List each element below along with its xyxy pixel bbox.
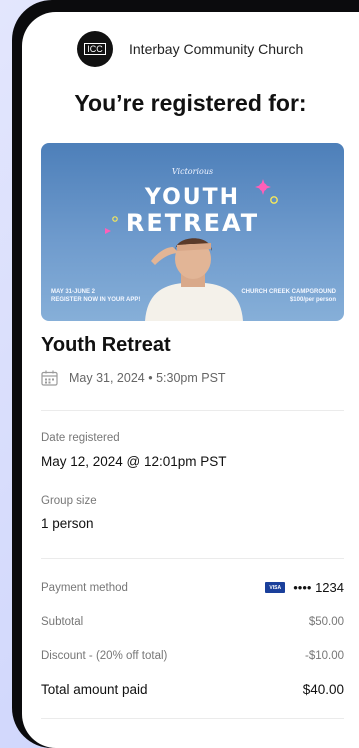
event-date: May 31, 2024 • 5:30pm PST <box>69 371 226 385</box>
discount-label: Discount - (20% off total) <box>41 650 168 662</box>
church-logo-text: ICC <box>84 43 106 55</box>
church-name: Interbay Community Church <box>129 41 304 57</box>
card-masked-number: •••• 1234 <box>293 580 344 595</box>
discount-value: -$10.00 <box>304 650 344 662</box>
subtotal-row: Subtotal $50.00 <box>41 616 344 628</box>
page-title: You’re registered for: <box>74 90 307 116</box>
divider <box>41 558 344 559</box>
banner-location: CHURCH CREEK CAMPGROUND <box>241 289 336 295</box>
total-row: Total amount paid $40.00 <box>41 682 344 697</box>
group-size-label: Group size <box>41 495 97 507</box>
calendar-icon <box>41 370 58 386</box>
event-banner: Victorious YOUTH RETREAT MAY 31-JUNE 2 R… <box>41 143 344 321</box>
event-date-row: May 31, 2024 • 5:30pm PST <box>41 370 226 386</box>
banner-register-note: REGISTER NOW IN YOUR APP! <box>51 297 141 303</box>
subtotal-label: Subtotal <box>41 616 84 628</box>
subtotal-value: $50.00 <box>308 616 344 628</box>
discount-row: Discount - (20% off total) -$10.00 <box>41 650 344 662</box>
banner-title-line2: RETREAT <box>125 209 260 237</box>
total-value: $40.00 <box>302 682 344 697</box>
total-label: Total amount paid <box>41 682 148 697</box>
banner-price: $100/per person <box>289 297 336 303</box>
divider <box>41 718 344 719</box>
payment-method-row: Payment method VISA •••• 1234 <box>41 580 344 595</box>
banner-right-text: CHURCH CREEK CAMPGROUND $100/per person <box>241 288 336 304</box>
church-header: ICC Interbay Community Church <box>77 31 303 67</box>
banner-title-line1: YOUTH <box>144 185 241 210</box>
date-registered-value: May 12, 2024 @ 12:01pm PST <box>41 454 227 469</box>
date-registered-label: Date registered <box>41 432 120 444</box>
card-display: VISA •••• 1234 <box>265 580 344 595</box>
phone-screen: ICC Interbay Community Church You’re reg… <box>22 12 359 748</box>
payment-method-label: Payment method <box>41 581 128 594</box>
banner-left-text: MAY 31-JUNE 2 REGISTER NOW IN YOUR APP! <box>51 288 140 304</box>
event-title: Youth Retreat <box>41 334 171 356</box>
banner-tagline: Victorious <box>171 167 214 176</box>
visa-card-icon: VISA <box>265 582 286 593</box>
boy-figure <box>145 238 243 321</box>
group-size-value: 1 person <box>41 516 94 531</box>
church-logo: ICC <box>77 31 113 67</box>
background: ICC Interbay Community Church You’re reg… <box>0 0 359 748</box>
banner-dates: MAY 31-JUNE 2 <box>51 289 96 295</box>
divider <box>41 410 344 411</box>
